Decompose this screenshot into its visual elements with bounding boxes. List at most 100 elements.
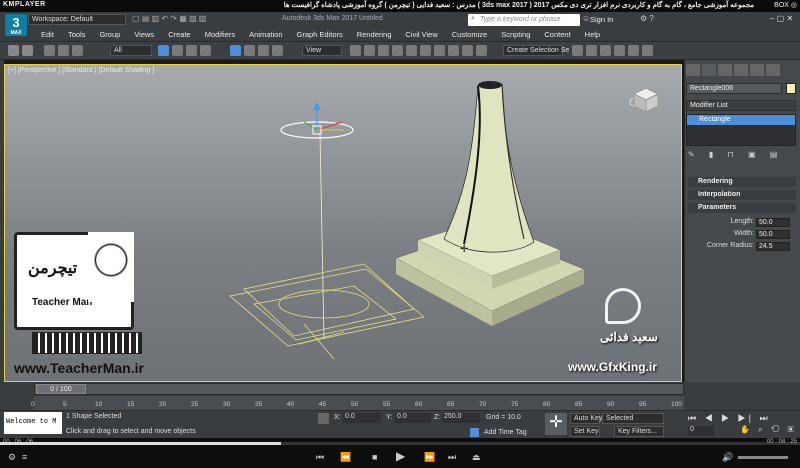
volume-icon[interactable]: 🔊 xyxy=(722,452,733,463)
quick-access-icons[interactable]: ▢ ▤ ▥ ↶ ↷ ▦ ▧ ▨ xyxy=(132,14,282,26)
z-coordinate-input[interactable]: 250.0 xyxy=(442,413,480,423)
workspace-dropdown[interactable]: Workspace: Default xyxy=(28,14,126,25)
select-by-name-icon[interactable] xyxy=(172,45,183,56)
motion-tab-icon[interactable] xyxy=(734,64,748,76)
object-name-field[interactable]: Rectangle006 xyxy=(686,83,782,94)
menu-create[interactable]: Create xyxy=(161,30,198,40)
menu-scripting[interactable]: Scripting xyxy=(494,30,537,40)
rewind-icon[interactable]: ⏪ xyxy=(340,452,351,463)
layer-explorer-icon[interactable] xyxy=(462,45,473,56)
mirror-icon[interactable] xyxy=(434,45,445,56)
ribbon-icon[interactable] xyxy=(476,45,487,56)
rectangle-selection-icon[interactable] xyxy=(186,45,197,56)
time-slider-thumb[interactable]: 0 / 100 xyxy=(36,384,86,394)
create-tab-icon[interactable] xyxy=(686,64,700,76)
utilities-tab-icon[interactable] xyxy=(766,64,780,76)
modifier-list-dropdown[interactable]: Modifier List xyxy=(686,100,796,111)
select-scale-icon[interactable] xyxy=(258,45,269,56)
material-editor-icon[interactable] xyxy=(600,45,611,56)
stop-icon[interactable]: ■ xyxy=(372,452,377,462)
length-input[interactable]: 50.0 xyxy=(756,218,790,227)
play-icon[interactable]: ▶ xyxy=(396,449,405,463)
rollout-parameters[interactable]: Parameters xyxy=(688,203,796,213)
playback-controls[interactable]: ⏮ ◀ ▶ ▶| ⏭ xyxy=(688,413,798,424)
playlist-icon[interactable]: ≡ xyxy=(22,452,27,462)
set-key-button[interactable]: Set Key xyxy=(570,426,600,437)
link-icon[interactable] xyxy=(44,45,55,56)
tick-label: 80 xyxy=(543,401,551,408)
corner-radius-input[interactable]: 24.5 xyxy=(756,242,790,251)
modifier-stack-item[interactable]: Rectangle xyxy=(687,115,795,125)
snap-toggle-icon[interactable] xyxy=(364,45,375,56)
y-coordinate-input[interactable]: 0.0 xyxy=(395,413,431,423)
redo-icon[interactable] xyxy=(22,45,33,56)
selected-dropdown[interactable]: Selected xyxy=(602,413,664,424)
align-icon[interactable] xyxy=(448,45,459,56)
render-setup-icon[interactable] xyxy=(614,45,625,56)
select-rotate-icon[interactable] xyxy=(244,45,255,56)
search-input[interactable]: Type a keyword or phrase xyxy=(468,14,580,26)
menu-help[interactable]: Help xyxy=(578,30,607,40)
auto-key-button[interactable]: Auto Key xyxy=(570,413,602,424)
user-icon[interactable]: ☺ xyxy=(582,14,590,23)
schematic-view-icon[interactable] xyxy=(586,45,597,56)
menu-edit[interactable]: Edit xyxy=(34,30,61,40)
pivot-icon[interactable] xyxy=(350,45,361,56)
lock-selection-icon[interactable] xyxy=(318,413,329,424)
eject-icon[interactable]: ⏏ xyxy=(472,452,481,463)
key-filters-button[interactable]: Key Filters... xyxy=(614,426,664,437)
reference-coordinate-dropdown[interactable]: View xyxy=(302,45,342,56)
undo-icon[interactable] xyxy=(8,45,19,56)
menu-group[interactable]: Group xyxy=(92,30,127,40)
player-corner[interactable]: BOX ◎ xyxy=(774,1,797,9)
sign-in-button[interactable]: Sign In xyxy=(590,15,613,24)
select-object-icon[interactable] xyxy=(158,45,169,56)
percent-snap-icon[interactable] xyxy=(392,45,403,56)
rollout-interpolation[interactable]: Interpolation xyxy=(688,190,796,200)
named-selection-set-dropdown[interactable]: Create Selection Se xyxy=(503,45,569,56)
stack-tools-icons[interactable]: ✎ ▮ ⊓ ▣ ▤ xyxy=(688,150,796,162)
angle-snap-icon[interactable] xyxy=(378,45,389,56)
settings-icon[interactable]: ⚙ xyxy=(8,452,16,463)
rollout-rendering[interactable]: Rendering xyxy=(688,177,796,187)
help-icon[interactable]: ⚙ ? xyxy=(640,14,654,23)
add-time-tag-button[interactable]: Add Time Tag xyxy=(484,429,527,436)
selection-filter-dropdown[interactable]: All xyxy=(110,45,152,56)
window-crossing-icon[interactable] xyxy=(200,45,211,56)
spinner-snap-icon[interactable] xyxy=(406,45,417,56)
select-place-icon[interactable] xyxy=(272,45,283,56)
menu-customize[interactable]: Customize xyxy=(445,30,494,40)
menu-animation[interactable]: Animation xyxy=(242,30,289,40)
x-coordinate-input[interactable]: 0.0 xyxy=(343,413,381,423)
menu-content[interactable]: Content xyxy=(537,30,577,40)
menu-views[interactable]: Views xyxy=(127,30,161,40)
edit-named-selection-icon[interactable] xyxy=(420,45,431,56)
menu-tools[interactable]: Tools xyxy=(61,30,93,40)
menu-graph-editors[interactable]: Graph Editors xyxy=(290,30,350,40)
select-move-icon[interactable] xyxy=(230,45,241,56)
curve-editor-icon[interactable] xyxy=(572,45,583,56)
viewport-nav-icons[interactable]: ✋ ⌕ ⟲ ▣ xyxy=(740,425,798,436)
prev-icon[interactable]: ⏮ xyxy=(316,452,324,463)
time-slider[interactable] xyxy=(34,383,684,395)
window-controls[interactable]: – ▢ ✕ xyxy=(770,14,793,23)
menu-civil-view[interactable]: Civil View xyxy=(398,30,444,40)
maxscript-listener[interactable]: Welcome to M xyxy=(4,412,62,434)
bind-space-warp-icon[interactable] xyxy=(72,45,83,56)
modify-tab-icon[interactable] xyxy=(702,64,716,76)
volume-slider[interactable] xyxy=(738,456,788,459)
menu-modifiers[interactable]: Modifiers xyxy=(198,30,242,40)
display-tab-icon[interactable] xyxy=(750,64,764,76)
width-input[interactable]: 50.0 xyxy=(756,230,790,239)
set-key-big-button[interactable]: ✛ xyxy=(545,413,567,435)
unlink-icon[interactable] xyxy=(58,45,69,56)
render-production-icon[interactable] xyxy=(642,45,653,56)
max-logo-button[interactable]: 3 MAX xyxy=(5,14,27,36)
object-color-swatch[interactable] xyxy=(786,83,796,94)
next-icon[interactable]: ⏭ xyxy=(448,452,456,463)
rendered-frame-icon[interactable] xyxy=(628,45,639,56)
menu-rendering[interactable]: Rendering xyxy=(350,30,399,40)
hierarchy-tab-icon[interactable] xyxy=(718,64,732,76)
current-frame-input[interactable]: 0 xyxy=(688,426,714,436)
forward-icon[interactable]: ⏩ xyxy=(424,452,435,463)
